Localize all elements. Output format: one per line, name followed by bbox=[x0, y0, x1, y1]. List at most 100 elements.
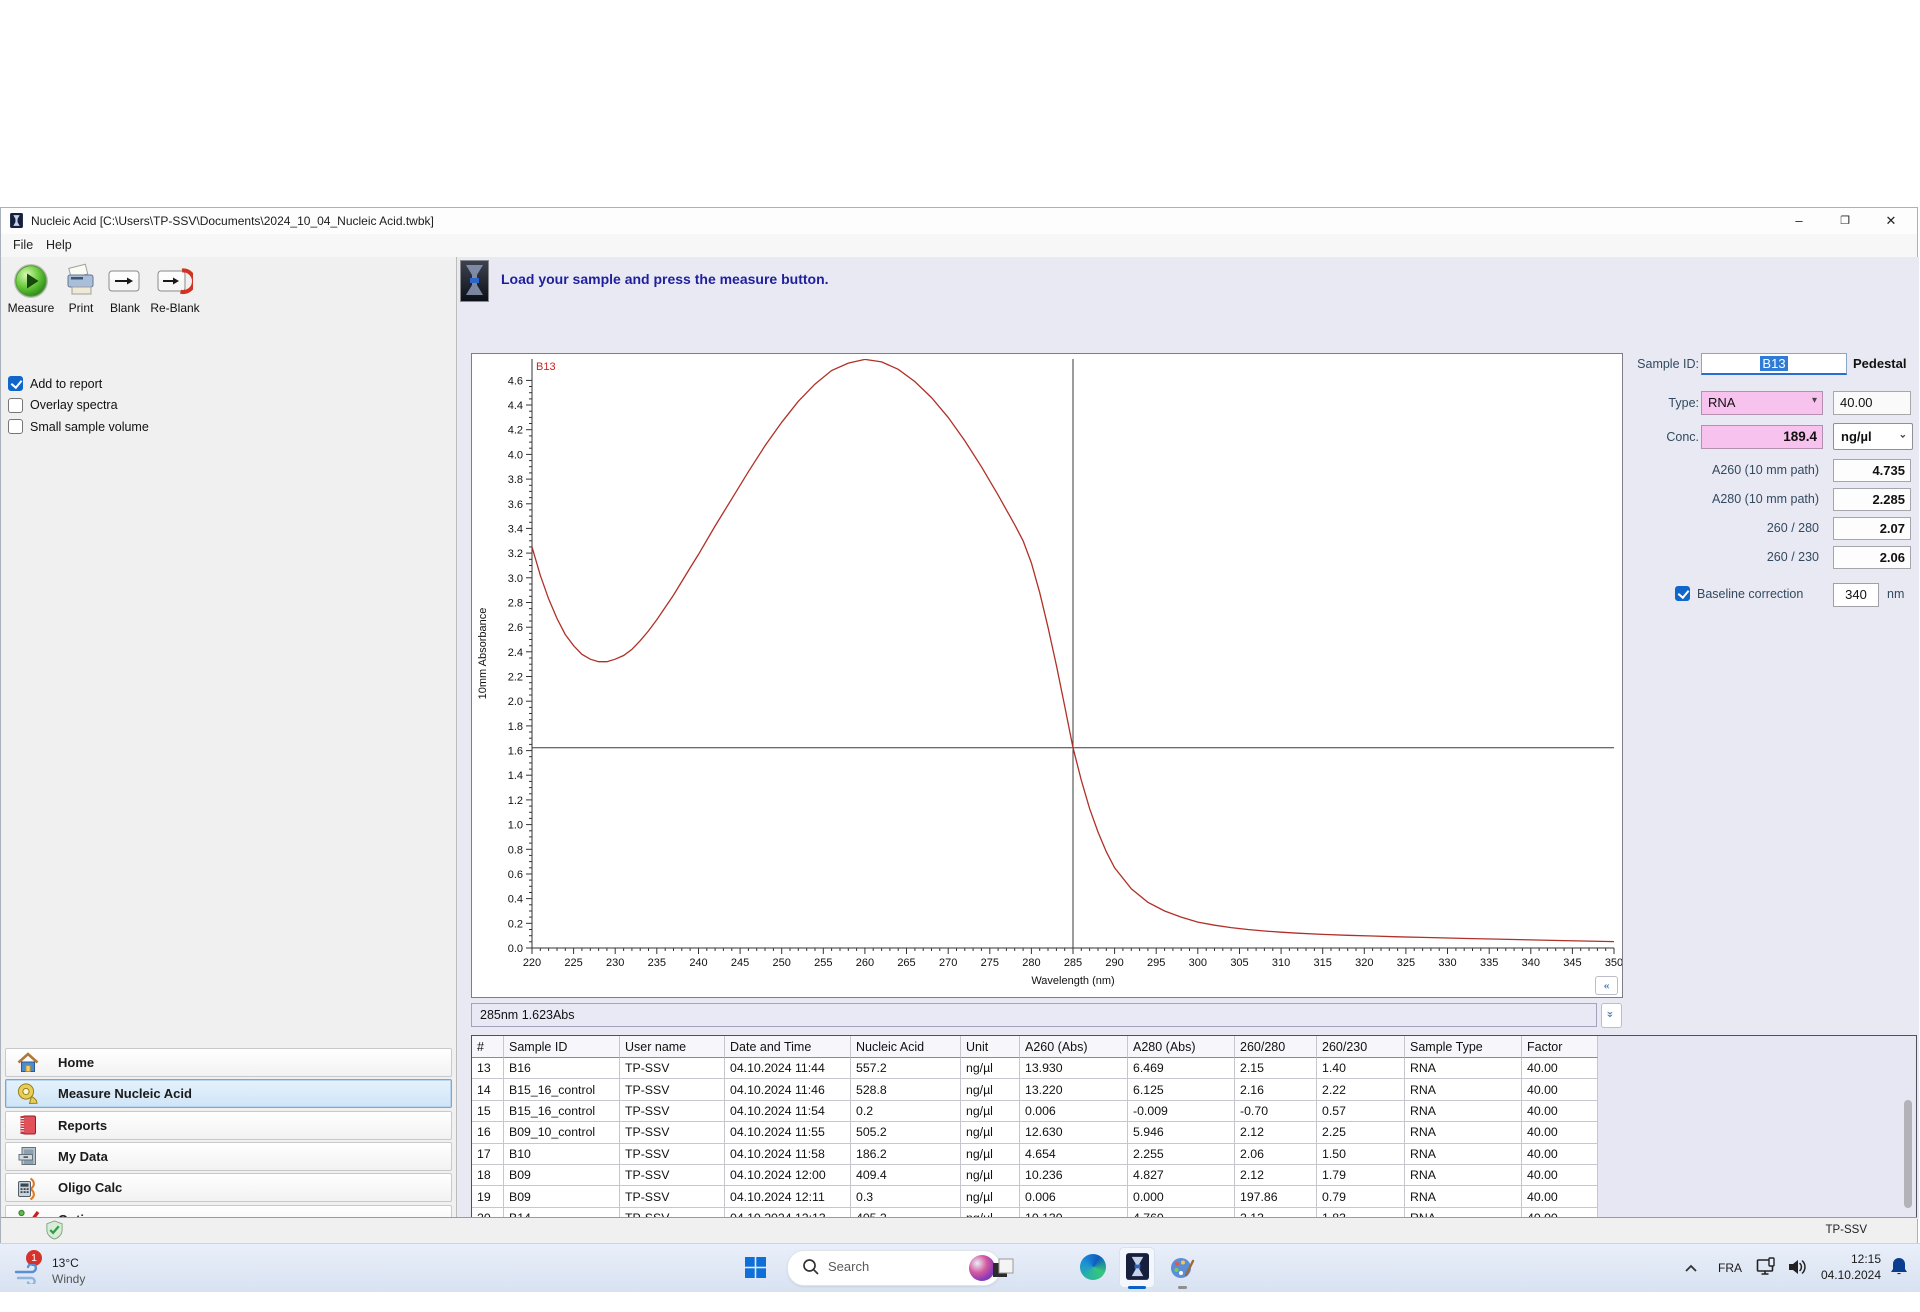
table-row[interactable]: 13 B16 TP-SSV 04.10.2024 11:44 557.2 ng/µl 13.… bbox=[472, 1058, 1598, 1080]
table-cell[interactable]: 40.00 bbox=[1522, 1122, 1598, 1144]
table-cell[interactable]: TP-SSV bbox=[620, 1165, 725, 1187]
table-cell[interactable]: 40.00 bbox=[1522, 1079, 1598, 1101]
sidebar-item-home[interactable]: Home bbox=[5, 1048, 452, 1077]
menu-help[interactable]: Help bbox=[46, 238, 72, 252]
table-cell[interactable]: ng/µl bbox=[961, 1143, 1020, 1165]
table-cell[interactable]: 4.654 bbox=[1020, 1143, 1128, 1165]
conc-unit-combo[interactable]: ng/µl ⌄ bbox=[1833, 423, 1913, 450]
table-cell[interactable]: 10.236 bbox=[1020, 1165, 1128, 1187]
collapse-left-icon[interactable]: « bbox=[1595, 976, 1618, 995]
tray-time[interactable]: 12:15 bbox=[1845, 1252, 1881, 1266]
table-cell[interactable]: 40.00 bbox=[1522, 1100, 1598, 1123]
table-cell[interactable]: RNA bbox=[1405, 1100, 1522, 1123]
type-factor-field[interactable]: 40.00 bbox=[1833, 391, 1911, 415]
table-cell[interactable]: 0.000 bbox=[1128, 1186, 1235, 1208]
table-cell[interactable]: RNA bbox=[1405, 1058, 1522, 1080]
table-cell[interactable]: 04.10.2024 12:11 bbox=[725, 1186, 851, 1208]
sidebar-item-my-data[interactable]: My Data bbox=[5, 1141, 452, 1171]
close-icon[interactable]: ✕ bbox=[1869, 208, 1913, 234]
table-cell[interactable]: TP-SSV bbox=[620, 1143, 725, 1165]
table-cell[interactable]: 528.8 bbox=[851, 1079, 961, 1101]
table-cell[interactable]: B09 bbox=[504, 1186, 620, 1208]
table-cell[interactable]: RNA bbox=[1405, 1079, 1522, 1101]
table-cell[interactable]: TP-SSV bbox=[620, 1079, 725, 1101]
table-cell[interactable]: 409.4 bbox=[851, 1165, 961, 1187]
table-cell[interactable]: 2.16 bbox=[1235, 1079, 1317, 1101]
table-cell[interactable]: B09_10_control bbox=[504, 1122, 620, 1144]
table-cell[interactable]: 04.10.2024 11:44 bbox=[725, 1058, 851, 1080]
paint-app-icon[interactable] bbox=[1169, 1255, 1195, 1281]
sample-id-input[interactable]: B13 bbox=[1701, 353, 1847, 375]
blank-button[interactable]: Blank bbox=[105, 263, 145, 315]
table-row[interactable]: 15 B15_16_control TP-SSV 04.10.2024 11:54 0.… bbox=[472, 1100, 1598, 1123]
tray-chevron-up-icon[interactable] bbox=[1684, 1260, 1698, 1278]
task-view-icon[interactable] bbox=[991, 1257, 1015, 1281]
table-cell[interactable]: 2.25 bbox=[1317, 1122, 1405, 1144]
overlay-spectra-checkbox-row[interactable]: Overlay spectra bbox=[8, 397, 118, 413]
network-icon[interactable] bbox=[1756, 1257, 1778, 1282]
table-cell[interactable]: 5.946 bbox=[1128, 1122, 1235, 1144]
table-cell[interactable]: RNA bbox=[1405, 1122, 1522, 1144]
table-row[interactable]: 14 B15_16_control TP-SSV 04.10.2024 11:46 52… bbox=[472, 1079, 1598, 1101]
edge-browser-icon[interactable] bbox=[1080, 1254, 1106, 1280]
print-button[interactable]: Print bbox=[61, 263, 101, 315]
sidebar-item-reports[interactable]: Reports bbox=[5, 1110, 452, 1140]
table-cell[interactable]: B10 bbox=[504, 1143, 620, 1165]
table-cell[interactable]: 40.00 bbox=[1522, 1058, 1598, 1080]
table-cell[interactable]: 04.10.2024 11:54 bbox=[725, 1100, 851, 1123]
table-cell[interactable]: B16 bbox=[504, 1058, 620, 1080]
nucleic-acid-app-icon[interactable] bbox=[1119, 1247, 1155, 1288]
table-cell[interactable]: B15_16_control bbox=[504, 1100, 620, 1123]
type-combo[interactable]: RNA ▾ bbox=[1701, 391, 1823, 415]
add-to-report-checkbox-row[interactable]: Add to report bbox=[8, 376, 102, 391]
table-cell[interactable]: 2.22 bbox=[1317, 1079, 1405, 1101]
add-to-report-checkbox[interactable] bbox=[8, 376, 23, 391]
table-cell[interactable]: 12.630 bbox=[1020, 1122, 1128, 1144]
table-cell[interactable]: 0.3 bbox=[851, 1186, 961, 1208]
sidebar-item-oligo-calc[interactable]: Oligo Calc bbox=[5, 1173, 452, 1203]
table-cell[interactable]: 1.40 bbox=[1317, 1058, 1405, 1080]
table-cell[interactable]: 2.255 bbox=[1128, 1143, 1235, 1165]
table-cell[interactable]: 40.00 bbox=[1522, 1165, 1598, 1187]
table-cell[interactable]: 2.12 bbox=[1235, 1165, 1317, 1187]
table-cell[interactable]: B15_16_control bbox=[504, 1079, 620, 1101]
baseline-correction-checkbox[interactable] bbox=[1675, 586, 1690, 601]
table-cell[interactable]: 2.12 bbox=[1235, 1122, 1317, 1144]
table-cell[interactable]: 04.10.2024 12:00 bbox=[725, 1165, 851, 1187]
table-row[interactable]: 16 B09_10_control TP-SSV 04.10.2024 11:55 50… bbox=[472, 1122, 1598, 1144]
table-cell[interactable]: 04.10.2024 11:55 bbox=[725, 1122, 851, 1144]
table-cell[interactable]: 0.79 bbox=[1317, 1186, 1405, 1208]
table-cell[interactable]: 04.10.2024 11:58 bbox=[725, 1143, 851, 1165]
table-row[interactable]: 19 B09 TP-SSV 04.10.2024 12:11 0.3 ng/µl 0.006… bbox=[472, 1186, 1598, 1208]
table-cell[interactable]: B09 bbox=[504, 1165, 620, 1187]
table-cell[interactable]: ng/µl bbox=[961, 1100, 1020, 1123]
table-cell[interactable]: 0.006 bbox=[1020, 1186, 1128, 1208]
table-cell[interactable]: 13.220 bbox=[1020, 1079, 1128, 1101]
table-cell[interactable]: 0.57 bbox=[1317, 1100, 1405, 1123]
table-cell[interactable]: 1.79 bbox=[1317, 1165, 1405, 1187]
table-cell[interactable]: 2.15 bbox=[1235, 1058, 1317, 1080]
table-cell[interactable]: 17 bbox=[472, 1143, 504, 1165]
table-cell[interactable]: 557.2 bbox=[851, 1058, 961, 1080]
table-cell[interactable]: 40.00 bbox=[1522, 1143, 1598, 1165]
table-cell[interactable]: -0.70 bbox=[1235, 1100, 1317, 1123]
table-cell[interactable]: -0.009 bbox=[1128, 1100, 1235, 1123]
table-cell[interactable]: ng/µl bbox=[961, 1058, 1020, 1080]
table-cell[interactable]: RNA bbox=[1405, 1186, 1522, 1208]
table-cell[interactable]: 18 bbox=[472, 1165, 504, 1187]
table-cell[interactable]: 16 bbox=[472, 1122, 504, 1144]
table-cell[interactable]: 14 bbox=[472, 1079, 504, 1101]
table-cell[interactable]: 04.10.2024 11:46 bbox=[725, 1079, 851, 1101]
menu-file[interactable]: File bbox=[13, 238, 33, 252]
table-cell[interactable]: 0.2 bbox=[851, 1100, 961, 1123]
table-cell[interactable]: 1.50 bbox=[1317, 1143, 1405, 1165]
weather-widget[interactable]: 1 13°C Windy bbox=[12, 1248, 122, 1288]
table-cell[interactable]: 15 bbox=[472, 1100, 504, 1123]
small-sample-volume-checkbox[interactable] bbox=[8, 419, 23, 434]
table-cell[interactable]: 0.006 bbox=[1020, 1100, 1128, 1123]
table-cell[interactable]: TP-SSV bbox=[620, 1100, 725, 1123]
table-cell[interactable]: TP-SSV bbox=[620, 1122, 725, 1144]
measure-button[interactable]: Measure bbox=[7, 263, 55, 315]
restore-icon[interactable]: ❐ bbox=[1823, 208, 1867, 234]
table-cell[interactable]: 40.00 bbox=[1522, 1186, 1598, 1208]
